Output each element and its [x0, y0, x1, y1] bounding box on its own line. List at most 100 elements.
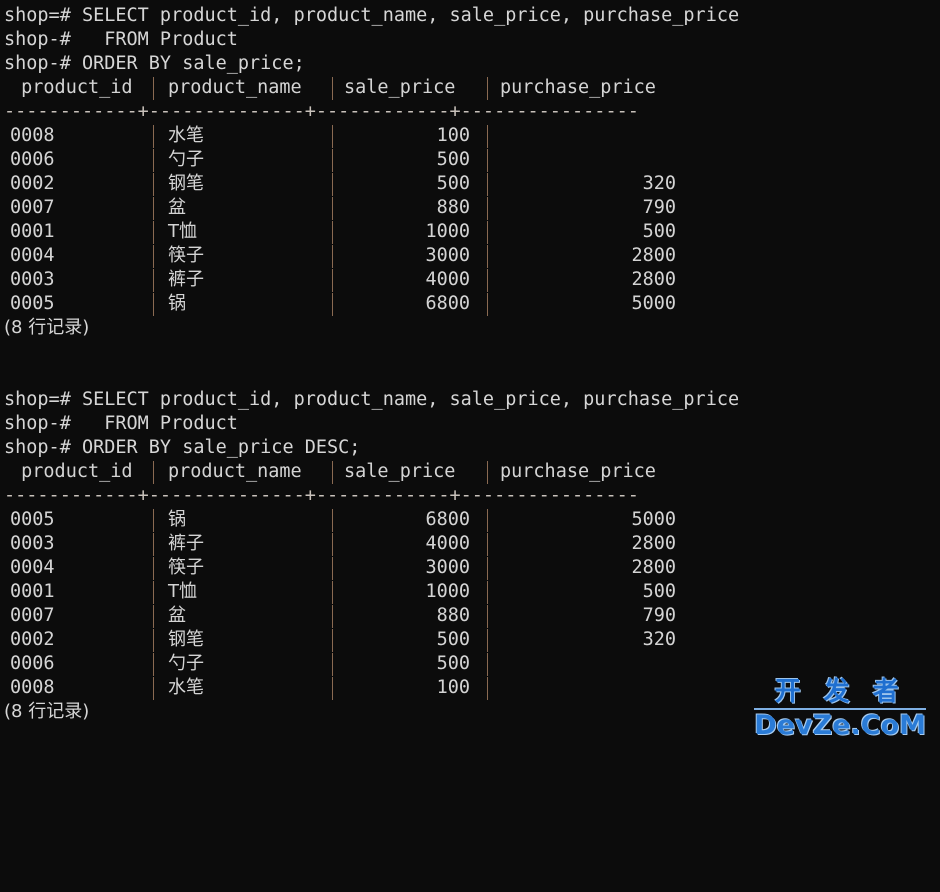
cell-purchase-price: 320 [642, 629, 676, 650]
column-header-product-id: product_id [10, 461, 133, 482]
table-row: 0004 筷子 3000 2800 [4, 244, 940, 268]
query-block-2: shop=# SELECT product_id, product_name, … [4, 388, 940, 724]
table-row: 0006 勺子 500 [4, 652, 940, 676]
table-header-row: product_id product_name sale_price purch… [4, 76, 940, 100]
cell-purchase-price [494, 148, 676, 172]
prompt-line: shop-# ORDER BY sale_price DESC; [4, 437, 361, 458]
query-block-1: shop=# SELECT product_id, product_name, … [4, 4, 940, 340]
column-divider [487, 245, 488, 268]
table-row: 0008 水笔 100 [4, 676, 940, 700]
cell-purchase-price: 320 [642, 173, 676, 194]
cell-product-name: 盆 [168, 605, 186, 626]
cell-purchase-price: 2800 [631, 557, 676, 578]
table-row: 0002 钢笔 500 320 [4, 628, 940, 652]
column-divider [487, 653, 488, 676]
cell-product-name: 裤子 [168, 269, 204, 290]
column-header-purchase-price: purchase_price [500, 461, 656, 482]
cell-product-name: T恤 [168, 221, 197, 242]
table-body-2: 0005 锅 6800 5000 0003 裤子 4000 2800 0004 [4, 508, 940, 700]
column-divider [487, 221, 488, 244]
column-divider [153, 605, 154, 628]
column-header-product-id: product_id [10, 77, 133, 98]
cell-purchase-price: 790 [642, 605, 676, 626]
column-divider [332, 461, 333, 484]
cell-sale-price: 6800 [425, 509, 470, 530]
column-divider [487, 149, 488, 172]
cell-product-name: 盆 [168, 197, 186, 218]
column-divider [487, 269, 488, 292]
cell-sale-price: 500 [436, 629, 470, 650]
cell-sale-price: 100 [436, 125, 470, 146]
column-divider [153, 149, 154, 172]
cell-product-id: 0001 [10, 221, 55, 242]
column-divider [153, 581, 154, 604]
column-header-sale-price: sale_price [344, 461, 456, 482]
column-divider [332, 533, 333, 556]
cell-product-id: 0004 [10, 245, 55, 266]
column-divider [153, 197, 154, 220]
cell-product-id: 0008 [10, 677, 55, 698]
prompt-line: shop-# ORDER BY sale_price; [4, 53, 305, 74]
prompt-line: shop-# FROM Product [4, 29, 238, 50]
cell-product-name: 筷子 [168, 557, 204, 578]
row-count-message: (8 行记录) [4, 317, 90, 338]
table-header-separator: ------------+--------------+------------… [4, 101, 639, 122]
cell-product-id: 0005 [10, 293, 55, 314]
column-divider [487, 197, 488, 220]
table-row: 0006 勺子 500 [4, 148, 940, 172]
cell-product-id: 0003 [10, 533, 55, 554]
cell-purchase-price [494, 652, 676, 676]
column-divider [487, 581, 488, 604]
column-divider [332, 509, 333, 532]
cell-product-id: 0006 [10, 149, 55, 170]
cell-sale-price: 3000 [425, 557, 470, 578]
cell-sale-price: 880 [436, 605, 470, 626]
cell-product-id: 0001 [10, 581, 55, 602]
column-divider [332, 173, 333, 196]
column-divider [332, 125, 333, 148]
column-divider [487, 557, 488, 580]
cell-sale-price: 500 [436, 653, 470, 674]
prompt-line: shop-# FROM Product [4, 413, 238, 434]
cell-product-name: 钢笔 [168, 629, 204, 650]
cell-product-name: 钢笔 [168, 173, 204, 194]
cell-sale-price: 500 [436, 173, 470, 194]
terminal-window[interactable]: shop=# SELECT product_id, product_name, … [0, 0, 940, 751]
table-row: 0001 T恤 1000 500 [4, 580, 940, 604]
column-divider [332, 149, 333, 172]
cell-product-id: 0007 [10, 605, 55, 626]
column-divider [487, 629, 488, 652]
cell-purchase-price [494, 124, 676, 148]
column-divider [153, 461, 154, 484]
column-divider [153, 221, 154, 244]
cell-purchase-price: 5000 [631, 509, 676, 530]
cell-sale-price: 6800 [425, 293, 470, 314]
cell-product-name: 水笔 [168, 677, 204, 698]
prompt-line: shop=# SELECT product_id, product_name, … [4, 389, 740, 410]
cell-product-name: 勺子 [168, 149, 204, 170]
cell-product-id: 0006 [10, 653, 55, 674]
column-divider [332, 293, 333, 316]
column-divider [153, 533, 154, 556]
table-row: 0004 筷子 3000 2800 [4, 556, 940, 580]
column-divider [153, 269, 154, 292]
cell-sale-price: 880 [436, 197, 470, 218]
cell-purchase-price: 500 [642, 581, 676, 602]
row-count-message: (8 行记录) [4, 701, 90, 722]
table-body-1: 0008 水笔 100 0006 勺子 500 0002 钢笔 500 320 … [4, 124, 940, 316]
column-divider [332, 77, 333, 100]
table-row: 0001 T恤 1000 500 [4, 220, 940, 244]
cell-purchase-price: 2800 [631, 269, 676, 290]
column-divider [487, 605, 488, 628]
cell-purchase-price [494, 676, 676, 700]
cell-product-id: 0008 [10, 125, 55, 146]
column-divider [487, 125, 488, 148]
cell-sale-price: 500 [436, 149, 470, 170]
table-header-separator: ------------+--------------+------------… [4, 485, 639, 506]
column-divider [332, 269, 333, 292]
cell-product-id: 0003 [10, 269, 55, 290]
column-divider [332, 245, 333, 268]
column-divider [332, 197, 333, 220]
